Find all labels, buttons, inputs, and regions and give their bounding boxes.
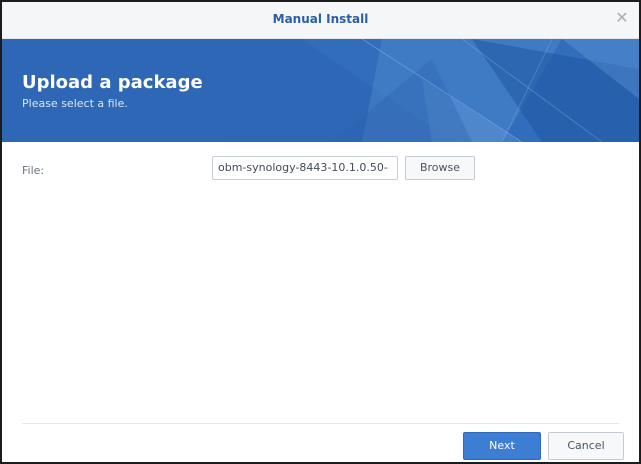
header-banner: Upload a package Please select a file. — [2, 39, 639, 142]
footer-divider — [22, 423, 619, 424]
dialog-titlebar: Manual Install ✕ — [2, 2, 639, 39]
file-path-input[interactable]: obm-synology-8443-10.1.0.50- — [212, 156, 398, 180]
browse-button[interactable]: Browse — [405, 156, 475, 180]
dialog-title: Manual Install — [272, 12, 369, 26]
close-icon[interactable]: ✕ — [614, 10, 630, 26]
next-button[interactable]: Next — [463, 432, 541, 460]
banner-subtitle: Please select a file. — [22, 97, 128, 110]
banner-title: Upload a package — [22, 72, 203, 93]
manual-install-dialog: Manual Install ✕ Upload a package Please… — [0, 0, 641, 464]
file-label: File: — [22, 164, 45, 177]
cancel-button[interactable]: Cancel — [548, 432, 624, 460]
